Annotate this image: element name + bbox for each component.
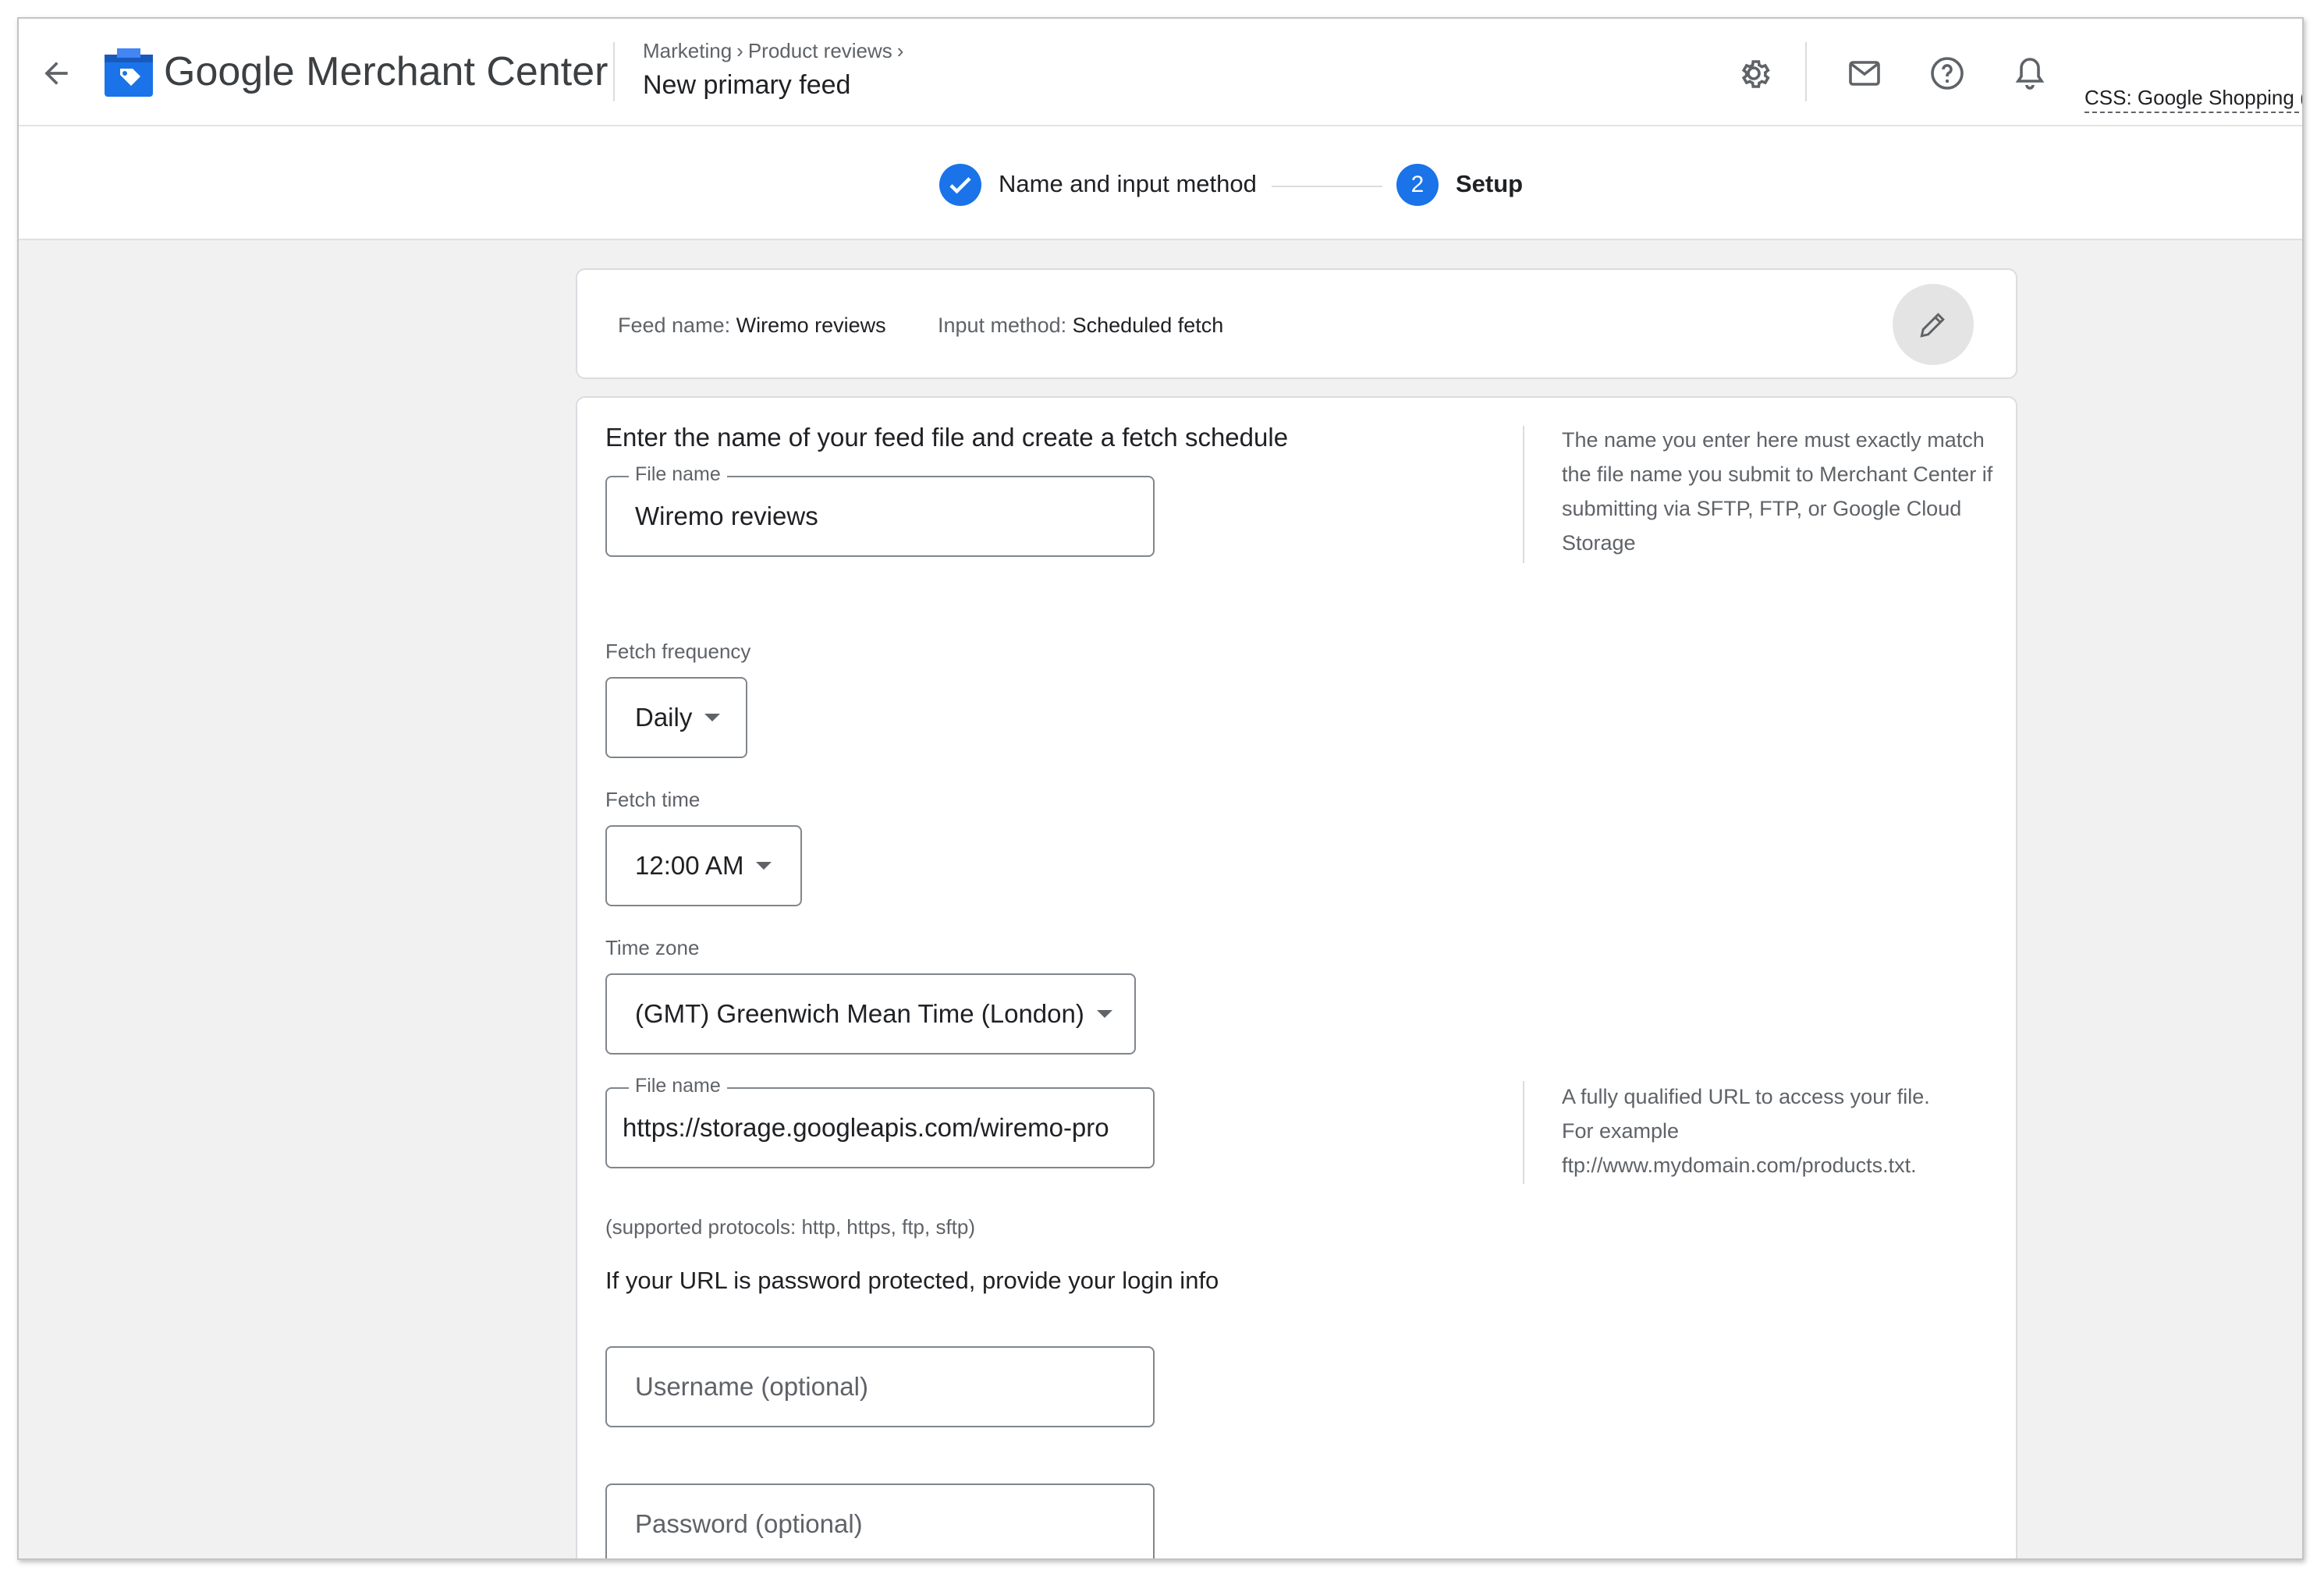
header-divider — [613, 42, 615, 101]
password-input[interactable]: Password (optional) — [605, 1484, 1155, 1558]
file-name-hint: The name you enter here must exactly mat… — [1562, 428, 1993, 555]
chevron-right-icon: › — [896, 39, 904, 62]
form-section-title: Enter the name of your feed file and cre… — [605, 423, 1289, 452]
arrow-left-icon — [44, 62, 68, 85]
file-url-value: https://storage.googleapis.com/wiremo-pr… — [623, 1113, 1109, 1142]
feed-name-key: Feed name: — [618, 314, 731, 337]
url-hint-divider — [1523, 1081, 1524, 1184]
fetch-frequency-value: Daily — [635, 703, 693, 732]
url-hint-line-2: For example — [1562, 1119, 1680, 1143]
file-url-hint: A fully qualified URL to access your fil… — [1562, 1079, 1999, 1182]
bell-icon — [2015, 58, 2045, 90]
time-zone-value: (GMT) Greenwich Mean Time (London) — [635, 999, 1084, 1028]
input-method-key: Input method: — [938, 314, 1067, 337]
feed-name-value: Wiremo reviews — [736, 314, 886, 337]
password-placeholder: Password (optional) — [635, 1509, 863, 1538]
messages-button[interactable] — [1840, 48, 1889, 98]
header-icons-divider — [1805, 42, 1807, 101]
fetch-frequency-label: Fetch frequency — [605, 640, 751, 663]
setup-form-card: Enter the name of your feed file and cre… — [576, 396, 2017, 1558]
file-name-label: File name — [629, 463, 727, 486]
username-input[interactable]: Username (optional) — [605, 1346, 1155, 1427]
step-1-complete — [939, 164, 981, 206]
input-method-value: Scheduled fetch — [1072, 314, 1224, 337]
setup-stepper: Name and input method 2 Setup — [19, 126, 2302, 240]
file-url-field[interactable]: https://storage.googleapis.com/wiremo-pr… — [605, 1087, 1155, 1168]
step-2-number: 2 — [1396, 164, 1439, 206]
fetch-frequency-select[interactable]: Daily — [605, 677, 747, 758]
pencil-icon — [1920, 313, 1945, 338]
step-1-label: Name and input method — [999, 170, 1257, 197]
back-button[interactable] — [33, 50, 80, 97]
gear-icon — [1741, 60, 1770, 88]
breadcrumb-marketing[interactable]: Marketing — [643, 39, 732, 62]
fetch-time-select[interactable]: 12:00 AM — [605, 825, 802, 906]
chevron-right-icon: › — [736, 39, 743, 62]
supported-protocols-note: (supported protocols: http, https, ftp, … — [605, 1215, 976, 1239]
hint-divider — [1523, 426, 1524, 563]
top-app-bar: Google Merchant Center Marketing › Product… — [19, 19, 2302, 126]
file-name-value: Wiremo reviews — [635, 502, 818, 530]
logo-product-text: Merchant Center — [306, 49, 608, 94]
help-icon — [1931, 57, 1964, 90]
edit-button[interactable] — [1893, 284, 1974, 365]
account-switcher[interactable]: CSS: Google Shopping ( — [2085, 86, 2302, 113]
product-logo-text: Google Merchant Center — [164, 47, 608, 97]
check-icon — [949, 177, 971, 194]
file-url-label: File name — [629, 1075, 727, 1097]
step-2-label: Setup — [1456, 170, 1524, 197]
step-connector — [1272, 186, 1382, 187]
page-title: New primary feed — [643, 70, 851, 100]
logo-google-text: Google — [164, 49, 295, 94]
feed-name-summary: Feed name: Wiremo reviews — [618, 314, 886, 338]
dropdown-arrow-icon — [756, 862, 772, 870]
feed-summary-card: Feed name: Wiremo reviews Input method: … — [576, 268, 2017, 379]
login-prompt: If your URL is password protected, provi… — [605, 1267, 1219, 1294]
dropdown-arrow-icon — [704, 714, 721, 721]
dropdown-arrow-icon — [1096, 1010, 1112, 1018]
settings-button[interactable] — [1729, 48, 1779, 98]
breadcrumb-product-reviews[interactable]: Product reviews — [748, 39, 892, 62]
merchant-center-logo-icon — [105, 48, 153, 97]
time-zone-select[interactable]: (GMT) Greenwich Mean Time (London) — [605, 973, 1136, 1055]
file-name-field[interactable]: Wiremo reviews — [605, 476, 1155, 557]
url-hint-line-1: A fully qualified URL to access your fil… — [1562, 1085, 1930, 1108]
username-placeholder: Username (optional) — [635, 1372, 868, 1401]
url-hint-line-3: ftp://www.mydomain.com/products.txt. — [1562, 1154, 1917, 1177]
mail-icon — [1849, 61, 1880, 86]
fetch-time-label: Fetch time — [605, 788, 701, 811]
notifications-button[interactable] — [2005, 48, 2055, 98]
help-button[interactable] — [1922, 48, 1972, 98]
breadcrumb: Marketing › Product reviews › — [643, 39, 908, 63]
input-method-summary: Input method: Scheduled fetch — [938, 314, 1223, 338]
time-zone-label: Time zone — [605, 936, 700, 959]
app-window: Google Merchant Center Marketing › Product… — [17, 17, 2304, 1560]
fetch-time-value: 12:00 AM — [635, 851, 744, 880]
